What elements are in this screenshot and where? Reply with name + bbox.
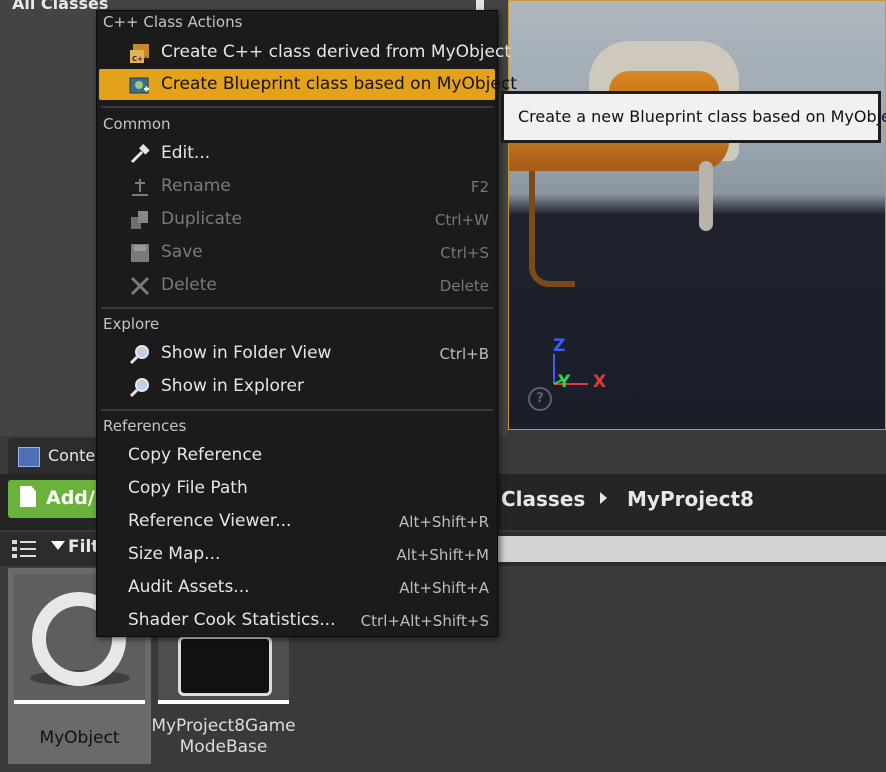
breadcrumb-classes[interactable]: Classes xyxy=(501,487,585,511)
asset-type-bar xyxy=(158,700,289,704)
menu-item-edit[interactable]: Edit... xyxy=(99,138,495,169)
axis-y-label: Y xyxy=(558,372,571,392)
menu-item-label: Rename xyxy=(161,176,231,196)
asset-type-bar xyxy=(14,700,145,704)
section-header-references: References xyxy=(103,417,187,435)
chevron-right-icon[interactable] xyxy=(600,492,607,504)
menu-item-create-blueprint-class[interactable]: Create Blueprint class based on MyObject xyxy=(99,69,517,100)
asset-name: MyObject xyxy=(39,728,120,748)
shortcut: Ctrl+B xyxy=(439,345,489,363)
breadcrumb-myproject8[interactable]: MyProject8 xyxy=(627,487,754,511)
menu-item-label: Create Blueprint class based on MyObject xyxy=(161,74,517,94)
hammer-icon xyxy=(130,144,150,164)
menu-item-label: Size Map... xyxy=(128,544,221,564)
magnifier-icon xyxy=(129,378,149,398)
menu-separator xyxy=(101,409,493,411)
menu-item-save[interactable]: Save Ctrl+S xyxy=(99,237,495,268)
duplicate-icon xyxy=(131,211,148,229)
context-menu: C++ Class Actions C++ Create C++ class d… xyxy=(96,10,517,637)
menu-item-label: Audit Assets... xyxy=(128,577,250,597)
menu-item-duplicate[interactable]: Duplicate Ctrl+W xyxy=(99,204,495,235)
content-browser-icon xyxy=(18,447,40,467)
add-import-label: Add/I xyxy=(46,487,102,509)
shortcut: Alt+Shift+R xyxy=(399,513,489,531)
menu-item-copy-file-path[interactable]: Copy File Path xyxy=(99,473,495,504)
menu-item-shader-cook-statistics[interactable]: Shader Cook Statistics... Ctrl+Alt+Shift… xyxy=(99,605,495,636)
menu-item-label: Copy File Path xyxy=(128,478,248,498)
desk-leg xyxy=(529,171,575,287)
asset-name-line2: ModeBase xyxy=(179,737,268,757)
section-header-common: Common xyxy=(103,115,171,133)
menu-item-label: Duplicate xyxy=(161,209,242,229)
menu-item-label: Save xyxy=(161,242,203,262)
shortcut: Ctrl+W xyxy=(434,211,489,229)
search-input[interactable] xyxy=(496,536,886,562)
scrollbar-thumb[interactable] xyxy=(476,0,484,10)
tooltip-text: Create a new Blueprint class based on My… xyxy=(518,107,886,126)
menu-item-copy-reference[interactable]: Copy Reference xyxy=(99,440,495,471)
help-icon[interactable]: ? xyxy=(528,387,552,411)
asset-name: MyProject8Game ModeBase xyxy=(150,716,297,758)
shortcut: F2 xyxy=(470,178,489,196)
shortcut: Alt+Shift+A xyxy=(399,579,489,597)
svg-text:C++: C++ xyxy=(132,55,149,63)
menu-item-label: Copy Reference xyxy=(128,445,263,465)
delete-icon xyxy=(130,276,150,296)
menu-item-reference-viewer[interactable]: Reference Viewer... Alt+Shift+R xyxy=(99,506,495,537)
magnifier-icon xyxy=(129,345,149,365)
axis-z-label: Z xyxy=(553,336,566,356)
shortcut: Alt+Shift+M xyxy=(396,546,489,564)
menu-item-label: Create C++ class derived from MyObject xyxy=(161,42,511,62)
cpp-class-icon: C++ xyxy=(130,44,149,63)
menu-item-delete[interactable]: Delete Delete xyxy=(99,270,495,301)
axis-gizmo xyxy=(553,354,588,385)
menu-item-label: Delete xyxy=(161,275,217,295)
menu-item-audit-assets[interactable]: Audit Assets... Alt+Shift+A xyxy=(99,572,495,603)
shortcut: Delete xyxy=(439,277,489,295)
menu-item-label: Shader Cook Statistics... xyxy=(128,610,336,630)
rename-icon xyxy=(132,179,148,196)
menu-item-rename[interactable]: Rename F2 xyxy=(99,171,495,202)
filter-icon[interactable] xyxy=(51,541,65,550)
menu-item-show-in-explorer[interactable]: Show in Explorer xyxy=(99,371,495,402)
menu-item-size-map[interactable]: Size Map... Alt+Shift+M xyxy=(99,539,495,570)
asset-name-line1: MyProject8Game xyxy=(151,716,296,736)
shortcut: Ctrl+S xyxy=(440,244,489,262)
section-header-explore: Explore xyxy=(103,315,160,333)
axis-x-label: X xyxy=(593,372,607,392)
menu-item-label: Reference Viewer... xyxy=(128,511,292,531)
menu-item-show-in-folder-view[interactable]: Show in Folder View Ctrl+B xyxy=(99,338,495,369)
all-classes-title[interactable]: All Classes xyxy=(12,0,108,13)
blueprint-class-icon xyxy=(129,77,149,94)
game-mode-monitor-icon xyxy=(178,636,272,696)
menu-separator xyxy=(101,307,493,309)
menu-item-label: Show in Folder View xyxy=(161,343,332,363)
chair-leg xyxy=(699,161,713,231)
save-icon xyxy=(131,244,149,262)
filters-button-label[interactable]: Filt xyxy=(68,537,99,557)
menu-separator xyxy=(101,106,493,108)
shortcut: Ctrl+Alt+Shift+S xyxy=(360,612,489,630)
new-document-icon xyxy=(20,486,36,507)
section-header-cpp: C++ Class Actions xyxy=(103,13,243,31)
menu-item-label: Edit... xyxy=(161,143,211,163)
menu-item-label: Show in Explorer xyxy=(161,376,304,396)
sources-list-icon[interactable] xyxy=(12,540,36,558)
menu-item-create-cpp-class[interactable]: C++ Create C++ class derived from MyObje… xyxy=(99,37,511,68)
